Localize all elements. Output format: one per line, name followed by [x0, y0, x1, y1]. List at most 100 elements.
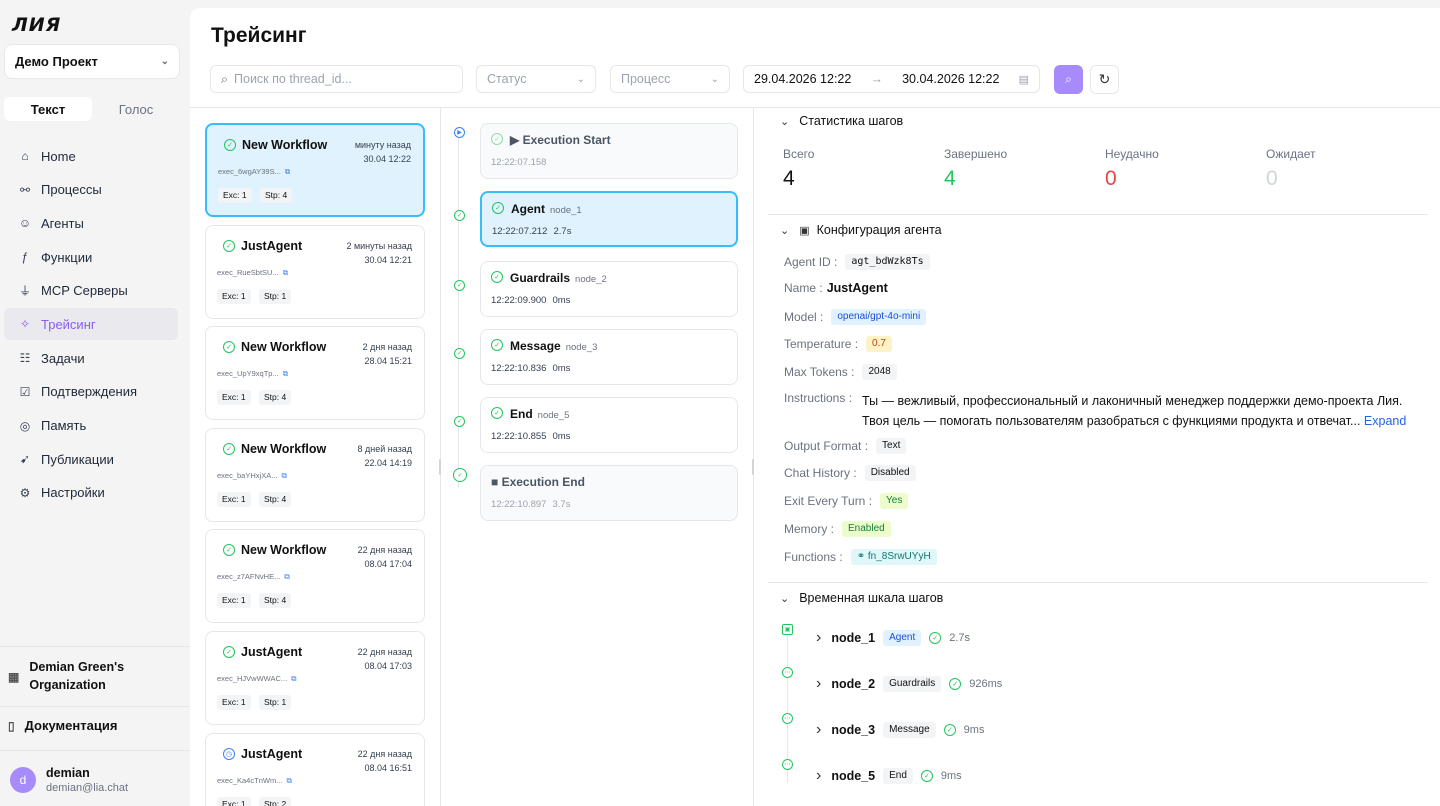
sidebar-item[interactable]: ☷ Задачи	[4, 342, 178, 374]
execution-time: минуту назад 30.04 12:22	[355, 138, 411, 166]
execution-id-text: exec_HJVwWWAC...	[217, 674, 288, 683]
check-circle-icon: ✓	[949, 678, 962, 690]
copy-icon[interactable]: ⧉	[286, 776, 291, 785]
project-selector[interactable]: Демо Проект ⌄	[4, 44, 180, 79]
sidebar-item[interactable]: ⚙ Настройки	[4, 477, 178, 509]
column-divider	[440, 108, 441, 806]
copy-icon[interactable]: ⧉	[284, 572, 289, 581]
sidebar-item[interactable]: ✧ Трейсинг	[4, 308, 178, 341]
sidebar-item-label: Подтверждения	[41, 384, 138, 400]
home-icon: ⌂	[21, 149, 29, 163]
execution-card[interactable]: ✓ New Workflow 8 дней назад 22.04 14:19 exec…	[205, 427, 425, 522]
stat-value: 4	[783, 167, 795, 190]
copy-icon[interactable]: ⧉	[281, 471, 286, 480]
instructions-line-2: Твоя цель — помогать пользователям разоб…	[862, 414, 1361, 428]
mode-voice-tab[interactable]: Голос	[92, 97, 180, 121]
dots-icon: ⋯	[782, 759, 793, 770]
node-card[interactable]: ■ Execution End 12:22:10.897 3.7s	[480, 465, 738, 521]
node-time: 12:22:10.836	[491, 363, 547, 374]
execution-date: 22.04 14:19	[364, 457, 412, 468]
sidebar-item[interactable]: ➹ Публикации	[4, 443, 178, 475]
timeline-title: Временная шкала шагов	[799, 591, 944, 605]
node-time: 12:22:10.855	[491, 431, 547, 442]
memory-label: Memory :	[784, 522, 835, 536]
sidebar-item[interactable]: ☺ Агенты	[4, 207, 178, 239]
sidebar-divider	[0, 646, 190, 647]
sidebar-item[interactable]: ƒ Функции	[4, 241, 178, 273]
node-name: ■ Execution End	[491, 475, 585, 489]
execution-card[interactable]: ✓ New Workflow минуту назад 30.04 12:22 exec…	[205, 123, 425, 217]
node-card[interactable]: ✓ End node_5 12:22:10.855 0ms	[480, 397, 738, 453]
sidebar-item[interactable]: ⌂ Home	[4, 140, 178, 172]
sidebar-item[interactable]: ☑ Подтверждения	[4, 376, 178, 408]
relative-time: 8 дней назад	[357, 443, 412, 454]
timeline-row[interactable]: › node_5 End ✓ 9ms	[816, 767, 962, 785]
plug-icon: ⏚	[18, 284, 31, 299]
docs-link[interactable]: ▯ Документация	[8, 718, 117, 733]
execution-card[interactable]: ✓ JustAgent 22 дня назад 08.04 17:03 exec_HJ…	[205, 631, 425, 725]
name-row: Name : JustAgent	[784, 281, 888, 295]
copy-icon[interactable]: ⧉	[285, 167, 290, 176]
date-to[interactable]: 30.04.2026 12:22	[902, 72, 999, 86]
node-card[interactable]: ✓ Message node_3 12:22:10.836 0ms	[480, 329, 738, 385]
sidebar-item[interactable]: ⏚ MCP Серверы	[4, 275, 178, 307]
organization-switcher[interactable]: ▦ Demian Green's Organization	[8, 658, 178, 694]
sidebar-item[interactable]: ◎ Память	[4, 410, 178, 442]
function-link[interactable]: ⚭ fn_8SrwUYyH	[850, 549, 937, 565]
timeline-section-header[interactable]: ⌄ Временная шкала шагов	[780, 591, 943, 605]
stats-title: Статистика шагов	[799, 114, 904, 128]
node-card[interactable]: ✓ Agent node_1 12:22:07.212 2.7s	[480, 191, 738, 247]
node-card[interactable]: ✓ Guardrails node_2 12:22:09.900 0ms	[480, 261, 738, 317]
resize-handle[interactable]	[439, 459, 441, 475]
node-type-badge: Guardrails	[883, 676, 942, 692]
process-select[interactable]: Процесс ⌄	[610, 65, 730, 93]
execution-id: exec_z7AFNvHE... ⧉	[217, 572, 290, 582]
execution-card[interactable]: ◷ JustAgent 22 дня назад 08.04 16:51 exec_Ka…	[205, 732, 425, 806]
node-title: Agent	[511, 202, 545, 216]
check-circle-icon: ✓	[920, 770, 933, 782]
sidebar-item-label: Агенты	[41, 215, 84, 231]
expand-link[interactable]: Expand	[1364, 414, 1406, 428]
date-range-picker[interactable]: 29.04.2026 12:22 → 30.04.2026 12:22 ▤	[743, 65, 1040, 93]
execution-id: exec_HJVwWWAC... ⧉	[217, 674, 297, 684]
database-icon: ◎	[19, 418, 31, 433]
timeline-row[interactable]: › node_3 Message ✓ 9ms	[816, 721, 984, 739]
refresh-icon: ↻	[1098, 71, 1111, 87]
timeline-row[interactable]: › node_1 Agent ✓ 2.7s	[816, 629, 970, 647]
instructions-label: Instructions :	[784, 391, 853, 405]
max-tokens-row: Max Tokens : 2048	[784, 364, 897, 380]
stats-section-header[interactable]: ⌄ Статистика шагов	[780, 114, 903, 128]
node-name: Message node_3	[510, 339, 597, 353]
sidebar-item-label: MCP Серверы	[41, 283, 128, 299]
refresh-button[interactable]: ↻	[1090, 65, 1119, 94]
config-section-header[interactable]: ⌄ ▣ Конфигурация агента	[780, 223, 942, 237]
execution-card[interactable]: ✓ New Workflow 2 дня назад 28.04 15:21 exec_…	[205, 326, 425, 421]
copy-icon[interactable]: ⧉	[291, 674, 296, 683]
resize-handle[interactable]	[752, 459, 754, 475]
check-circle-icon: ✓	[491, 339, 503, 351]
sidebar-item-label: Трейсинг	[41, 316, 96, 332]
chevron-down-icon: ⌄	[780, 592, 790, 605]
bot-icon: ▣	[782, 624, 793, 635]
search-input[interactable]: ⌕ Поиск по thread_id...	[210, 65, 463, 93]
mode-text-tab[interactable]: Текст	[4, 97, 92, 121]
user-profile[interactable]: d demian demian@lia.chat	[10, 766, 128, 794]
check-circle-icon: ✓	[224, 139, 236, 151]
timeline-row[interactable]: › node_2 Guardrails ✓ 926ms	[816, 675, 1002, 693]
search-button[interactable]: ⌕	[1054, 65, 1083, 94]
execution-name: JustAgent	[241, 645, 303, 659]
execution-id: exec_6wgAY39S... ⧉	[218, 167, 290, 177]
execution-card[interactable]: ✓ New Workflow 22 дня назад 08.04 17:04 exec…	[205, 529, 425, 624]
copy-icon[interactable]: ⧉	[283, 268, 288, 277]
date-from[interactable]: 29.04.2026 12:22	[754, 72, 851, 86]
main-panel: Трейсинг ⌕ Поиск по thread_id... Статус …	[190, 8, 1440, 806]
timeline-duration: 9ms	[963, 724, 985, 736]
user-email: demian@lia.chat	[46, 782, 129, 794]
status-select[interactable]: Статус ⌄	[476, 65, 596, 93]
sidebar-item[interactable]: ⚯ Процессы	[4, 174, 178, 206]
config-title: Конфигурация агента	[816, 223, 942, 237]
logo: ЛИЯ	[12, 14, 62, 36]
node-card[interactable]: ✓ ▶ Execution Start 12:22:07.158	[480, 123, 738, 179]
execution-card[interactable]: ✓ JustAgent 2 минуты назад 30.04 12:21 exec_…	[205, 224, 425, 319]
copy-icon[interactable]: ⧉	[283, 369, 288, 378]
